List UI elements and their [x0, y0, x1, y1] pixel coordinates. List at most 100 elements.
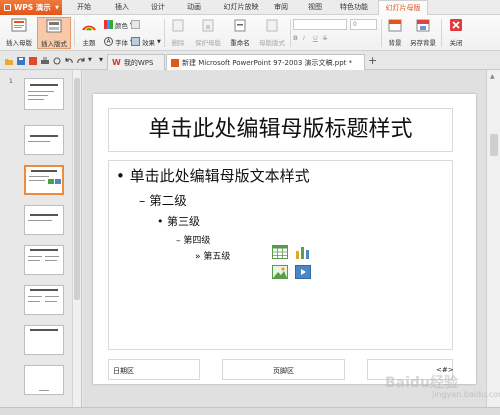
- insert-table-icon[interactable]: [272, 245, 288, 259]
- tab-home[interactable]: 开始: [70, 0, 98, 15]
- insert-media-icon[interactable]: [295, 265, 311, 279]
- thumbnail-text-line: [39, 390, 49, 391]
- bold-button[interactable]: B: [293, 32, 298, 43]
- rename-button[interactable]: 重命名: [226, 17, 254, 49]
- title-placeholder[interactable]: 单击此处编辑母版标题样式: [108, 108, 453, 152]
- open-folder-icon[interactable]: [5, 57, 13, 65]
- master-slide[interactable]: 单击此处编辑母版标题样式 • 单击此处编辑母版文本样式 – 第二级 • 第三级 …: [93, 94, 476, 384]
- close-label: 关闭: [449, 39, 463, 47]
- ppt-file-icon: [171, 58, 179, 67]
- thumbnail-layout[interactable]: [24, 365, 64, 395]
- date-placeholder[interactable]: 日期区: [108, 359, 200, 380]
- tab-animation[interactable]: 动画: [180, 0, 208, 15]
- tab-my-wps[interactable]: W 我的WPS: [107, 54, 165, 70]
- footer-placeholder-text: 页脚区: [273, 367, 294, 375]
- thumbnail-text-line: [28, 141, 50, 142]
- scrollbar-thumb[interactable]: [490, 134, 498, 156]
- thumbnail-text-line: [28, 220, 52, 221]
- tab-view[interactable]: 视图: [302, 0, 328, 15]
- media-icon: [55, 179, 61, 184]
- ribbon: 插入母版 插入版式 主题 颜色▼ A 字体▼ 效果▼: [0, 15, 500, 51]
- chevron-down-icon[interactable]: ▾: [99, 55, 103, 64]
- thumbnail-text-line: [28, 301, 40, 302]
- tab-document[interactable]: 新建 Microsoft PowerPoint 97-2003 演示文稿.ppt…: [166, 54, 365, 70]
- close-master-button[interactable]: 关闭: [444, 17, 468, 49]
- date-placeholder-text: 日期区: [113, 367, 134, 375]
- thumbnail-number: 1: [9, 78, 13, 85]
- fonts-icon: A: [104, 37, 113, 46]
- protect-master-button[interactable]: 保护母版: [191, 17, 225, 49]
- fonts-label: 字体: [115, 38, 128, 47]
- footer-placeholder[interactable]: 页脚区: [222, 359, 345, 380]
- thumbnail-title-line: [30, 249, 58, 251]
- save-icon[interactable]: [17, 57, 25, 65]
- wps-logo-icon: [4, 4, 11, 11]
- undo-icon[interactable]: [65, 57, 73, 65]
- tab-design[interactable]: 设计: [144, 0, 172, 15]
- tab-review[interactable]: 审阅: [268, 0, 294, 15]
- chevron-down-icon: ▼: [157, 38, 161, 45]
- italic-button[interactable]: I: [303, 32, 305, 43]
- tab-features[interactable]: 特色功能: [334, 0, 374, 15]
- thumbnail-layout[interactable]: [24, 125, 64, 155]
- extra-button[interactable]: [131, 19, 140, 30]
- thumbnail-layout[interactable]: [24, 285, 64, 315]
- level-2-text: 第二级: [149, 193, 187, 208]
- tab-insert[interactable]: 插入: [108, 0, 136, 15]
- level-5-text: 第五级: [203, 252, 231, 262]
- thumbnail-layout[interactable]: [24, 325, 64, 355]
- effects-button[interactable]: 效果 ▼: [131, 36, 161, 47]
- watermark-url: jingyan.baidu.com: [432, 390, 500, 399]
- scrollbar-thumb[interactable]: [74, 78, 80, 300]
- insert-master-button[interactable]: 插入母版: [2, 17, 36, 49]
- chevron-down-icon[interactable]: ▼: [88, 57, 92, 63]
- thumbnail-text-line: [29, 180, 45, 181]
- insert-chart-icon[interactable]: [295, 245, 311, 259]
- save-background-button[interactable]: 另存背景: [407, 17, 439, 49]
- new-tab-button[interactable]: +: [368, 54, 377, 67]
- tab-slideshow[interactable]: 幻灯片放映: [215, 0, 267, 15]
- thumbnail-master[interactable]: [24, 78, 64, 110]
- effects-label: 效果: [142, 38, 155, 47]
- insert-layout-button[interactable]: 插入版式: [37, 17, 71, 49]
- fonts-button[interactable]: A 字体▼: [104, 36, 134, 47]
- background-label: 背景: [388, 39, 402, 47]
- ribbon-separator: [441, 19, 442, 47]
- effects-icon: [131, 37, 140, 46]
- tab-my-wps-label: 我的WPS: [123, 58, 154, 67]
- strikethrough-button[interactable]: S: [323, 32, 327, 43]
- body-placeholder[interactable]: • 单击此处编辑母版文本样式 – 第二级 • 第三级 – 第四级 » 第五级: [108, 160, 453, 350]
- scroll-up-icon[interactable]: ▲: [490, 73, 495, 80]
- save-background-label: 另存背景: [410, 39, 436, 47]
- wps-app-menu-button[interactable]: WPS 演示 ▼: [0, 0, 62, 15]
- background-button[interactable]: 背景: [384, 17, 406, 49]
- quick-access-toolbar: ▼ ▾ W 我的WPS 新建 Microsoft PowerPoint 97-2…: [0, 52, 500, 70]
- thumbnail-layout[interactable]: [24, 205, 64, 235]
- thumbnail-layout[interactable]: [24, 245, 64, 275]
- tab-slide-master[interactable]: 幻灯片母版: [378, 0, 428, 16]
- thumbnail-layout-selected[interactable]: [24, 165, 64, 195]
- print-preview-icon[interactable]: [53, 57, 61, 65]
- master-layout-button[interactable]: 母版版式: [255, 17, 289, 49]
- bullet-marker: •: [157, 215, 164, 228]
- slide-scrollbar[interactable]: ▲: [486, 70, 500, 407]
- underline-button[interactable]: U: [313, 32, 318, 43]
- insert-layout-icon: [46, 19, 62, 33]
- font-name-select[interactable]: [293, 19, 347, 30]
- bullet-level-3: • 第三级: [157, 213, 200, 229]
- thumbnail-scrollbar[interactable]: [72, 70, 81, 407]
- redo-icon[interactable]: [77, 57, 85, 65]
- theme-button[interactable]: 主题: [76, 17, 102, 49]
- delete-button[interactable]: 删除: [166, 17, 190, 49]
- save-background-icon: [416, 19, 430, 32]
- ribbon-separator: [74, 19, 75, 47]
- close-icon: [450, 19, 462, 31]
- thumbnail-text-line: [28, 99, 44, 100]
- insert-picture-icon[interactable]: [272, 265, 288, 279]
- print-icon[interactable]: [41, 57, 49, 65]
- font-size-select[interactable]: 0: [350, 19, 377, 30]
- export-pdf-icon[interactable]: [29, 57, 37, 65]
- bullet-level-1: • 单击此处编辑母版文本样式: [116, 165, 310, 186]
- colors-button[interactable]: 颜色▼: [104, 19, 134, 30]
- level-1-text: 单击此处编辑母版文本样式: [129, 167, 310, 185]
